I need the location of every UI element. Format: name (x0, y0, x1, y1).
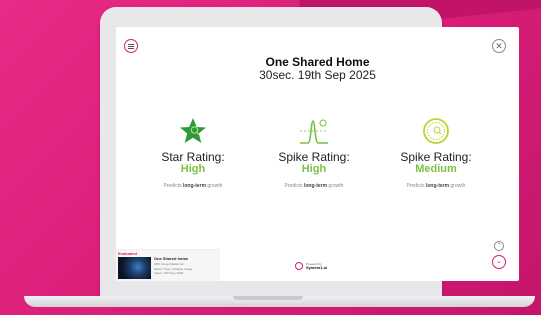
rating-level: High (180, 163, 206, 175)
laptop-notch (233, 296, 303, 300)
desc-bold: long-term (303, 183, 328, 189)
menu-icon-bar (128, 43, 134, 45)
rating-level: High (301, 163, 327, 175)
star-icon (133, 117, 253, 145)
rating-label: Star Rating: (161, 150, 225, 164)
powered-text: Powered by System1.ai (306, 262, 327, 270)
screen: ✕ One Shared Home 30sec. 19th Sep 2025 S… (116, 27, 519, 281)
rating-description: Predicts long-term growth (376, 183, 496, 189)
desc-text: Predicts (163, 183, 183, 189)
thumbnail-meta: Views: 19th Sep 2025 (154, 271, 184, 275)
system1-logo-icon (295, 262, 303, 270)
thumbnail-title: One Shared home (154, 256, 189, 261)
thumbnail-tag: Evaluated (118, 251, 137, 256)
thumbnail-image (118, 257, 151, 279)
rating-level: Medium (415, 163, 457, 175)
close-icon: ✕ (495, 41, 503, 51)
scroll-down-button[interactable]: ⌄ (492, 255, 506, 269)
chevron-up-icon: ⌃ (496, 243, 502, 249)
desc-bold: long-term (182, 183, 207, 189)
desc-bold: long-term (425, 183, 450, 189)
desc-text: Predicts (406, 183, 426, 189)
desc-text: Predicts (284, 183, 304, 189)
video-thumbnail-card[interactable]: Evaluated One Shared home ABC Group Medi… (116, 249, 220, 281)
rating-star: Star Rating: High Predicts long-term gro… (133, 117, 253, 189)
desc-text: growth (449, 183, 466, 189)
rating-label: Spike Rating: (278, 150, 350, 164)
rating-spike-1: Spike Rating: High Predicts long-term gr… (254, 117, 374, 189)
close-button[interactable]: ✕ (492, 39, 506, 53)
desc-text: growth (206, 183, 223, 189)
spike-chart-icon (254, 117, 374, 145)
menu-icon-bar (128, 47, 134, 49)
chevron-down-icon: ⌄ (496, 258, 502, 265)
rating-label: Spike Rating: (400, 150, 472, 164)
powered-brand: System1.ai (306, 265, 327, 270)
menu-button[interactable] (124, 39, 138, 53)
medal-icon (376, 117, 496, 145)
menu-icon-bar (128, 45, 134, 47)
desc-text: growth (327, 183, 344, 189)
rating-description: Predicts long-term growth (254, 183, 374, 189)
rating-spike-2: Spike Rating: Medium Predicts long-term … (376, 117, 496, 189)
ratings-row: Star Rating: High Predicts long-term gro… (116, 117, 519, 197)
powered-by: Powered by System1.ai (295, 262, 327, 270)
rating-description: Predicts long-term growth (133, 183, 253, 189)
page-title: One Shared Home (265, 55, 370, 69)
scroll-up-button[interactable]: ⌃ (494, 241, 504, 251)
page-subtitle: 30sec. 19th Sep 2025 (259, 68, 376, 82)
thumbnail-meta: ABC Group Media Ltd. (154, 262, 185, 266)
